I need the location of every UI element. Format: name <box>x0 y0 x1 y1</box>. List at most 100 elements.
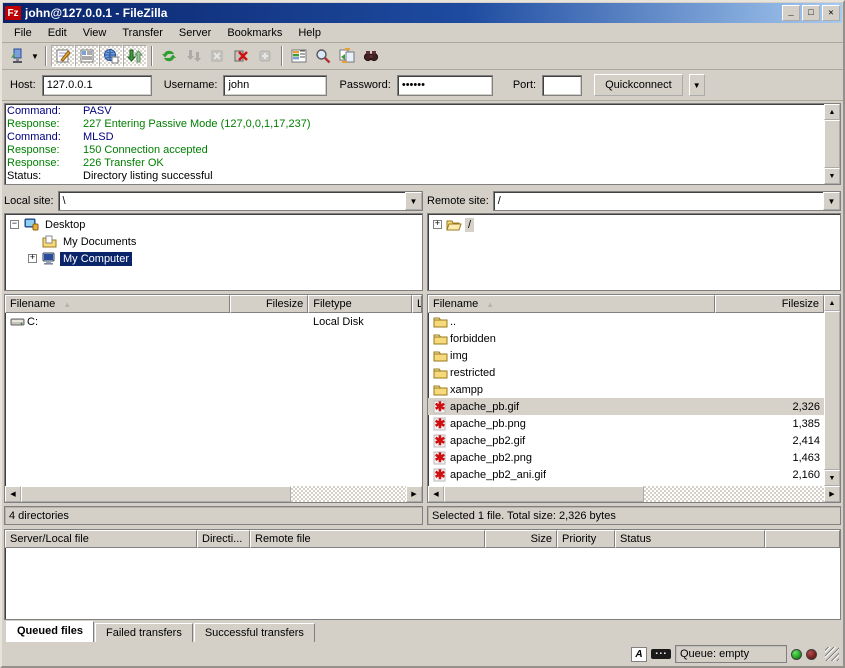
remote-scroll-thumb[interactable] <box>824 311 840 470</box>
synchronized-browsing-icon <box>339 48 355 64</box>
toggle-local-tree-button[interactable] <box>75 45 99 67</box>
toggle-message-log-button[interactable] <box>51 45 75 67</box>
synchronized-browsing-button[interactable] <box>335 45 359 67</box>
expand-plus-icon[interactable]: + <box>28 254 37 263</box>
disconnect-button[interactable] <box>229 45 253 67</box>
disconnect-icon <box>233 48 249 64</box>
tree-item[interactable]: −Desktop <box>6 216 421 233</box>
menu-item-help[interactable]: Help <box>290 25 329 41</box>
username-input[interactable] <box>223 75 327 96</box>
tree-item[interactable]: +/ <box>429 216 839 233</box>
directory-comparison-button[interactable] <box>287 45 311 67</box>
ascii-data-type-icon[interactable]: A <box>631 647 647 662</box>
find-files-icon <box>363 48 379 64</box>
column-header-filesize[interactable]: Filesize <box>230 295 308 313</box>
column-header-directi-[interactable]: Directi... <box>197 530 250 548</box>
collapse-minus-icon[interactable]: − <box>10 220 19 229</box>
reconnect-button[interactable] <box>253 45 277 67</box>
tab-failed-transfers[interactable]: Failed transfers <box>95 623 193 642</box>
site-manager-button[interactable] <box>5 45 29 67</box>
filter-search-button[interactable] <box>311 45 335 67</box>
column-header-priority[interactable]: Priority <box>557 530 615 548</box>
local-scroll-thumb[interactable] <box>21 486 291 502</box>
scroll-down-icon[interactable]: ▼ <box>824 470 840 486</box>
open-folder-icon <box>446 217 462 233</box>
file-row[interactable]: restricted <box>428 364 824 381</box>
local-horizontal-scrollbar[interactable]: ◀ ▶ <box>5 486 422 502</box>
remote-horizontal-scrollbar[interactable]: ◀ ▶ <box>428 486 840 502</box>
menu-item-server[interactable]: Server <box>171 25 219 41</box>
column-header-filename[interactable]: Filename▲ <box>5 295 230 313</box>
menu-item-transfer[interactable]: Transfer <box>114 25 171 41</box>
scroll-down-icon[interactable]: ▼ <box>824 168 840 184</box>
log-scroll-thumb[interactable] <box>824 120 840 168</box>
close-button[interactable]: ✕ <box>822 5 840 21</box>
menu-item-edit[interactable]: Edit <box>40 25 75 41</box>
file-row[interactable]: img <box>428 347 824 364</box>
tab-queued-files[interactable]: Queued files <box>6 621 94 642</box>
tree-item[interactable]: My Documents <box>6 233 421 250</box>
folder-icon <box>432 348 448 364</box>
maximize-button[interactable]: □ <box>802 5 820 21</box>
svg-text:✱: ✱ <box>435 400 446 414</box>
menu-item-bookmarks[interactable]: Bookmarks <box>219 25 290 41</box>
scroll-left-icon[interactable]: ◀ <box>5 486 21 502</box>
menu-item-file[interactable]: File <box>6 25 40 41</box>
scroll-right-icon[interactable]: ▶ <box>406 486 422 502</box>
file-row[interactable]: ✱apache_pb.gif2,326 <box>428 398 824 415</box>
scroll-up-icon[interactable]: ▲ <box>824 295 840 311</box>
remote-site-combobox[interactable]: / ▼ <box>493 191 841 211</box>
file-row[interactable]: ✱apache_pb2.png1,463 <box>428 449 824 466</box>
remote-scroll-thumb-h[interactable] <box>444 486 644 502</box>
scroll-left-icon[interactable]: ◀ <box>428 486 444 502</box>
file-row[interactable]: xampp <box>428 381 824 398</box>
column-header-server-local-file[interactable]: Server/Local file <box>5 530 197 548</box>
chevron-down-icon[interactable]: ▼ <box>823 192 840 210</box>
menu-item-view[interactable]: View <box>75 25 115 41</box>
refresh-button[interactable] <box>157 45 181 67</box>
column-header-filename[interactable]: Filename▲ <box>428 295 715 313</box>
toggle-queue-button[interactable] <box>123 45 147 67</box>
file-row[interactable]: ✱apache_pb.png1,385 <box>428 415 824 432</box>
speed-limit-icon[interactable]: ▪▪▪ <box>651 649 671 659</box>
expand-plus-icon[interactable]: + <box>433 220 442 229</box>
file-row[interactable]: forbidden <box>428 330 824 347</box>
scroll-right-icon[interactable]: ▶ <box>824 486 840 502</box>
column-header-l[interactable]: L <box>412 295 422 313</box>
toggle-remote-tree-button[interactable] <box>99 45 123 67</box>
drive-icon <box>9 314 25 330</box>
remote-vertical-scrollbar[interactable]: ▲ ▼ <box>824 295 840 486</box>
host-input[interactable] <box>42 75 152 96</box>
column-header-label: Priority <box>562 533 596 545</box>
column-header-status[interactable]: Status <box>615 530 765 548</box>
quickconnect-dropdown-button[interactable]: ▼ <box>689 74 705 96</box>
chevron-down-icon[interactable]: ▼ <box>405 192 422 210</box>
column-header-remote-file[interactable]: Remote file <box>250 530 485 548</box>
log-vertical-scrollbar[interactable]: ▲ ▼ <box>824 104 840 184</box>
cancel-button[interactable] <box>205 45 229 67</box>
file-row[interactable]: ✱apache_pb2_ani.gif2,160 <box>428 466 824 483</box>
message-log: Command:PASVResponse:227 Entering Passiv… <box>4 103 841 185</box>
tree-item[interactable]: +My Computer <box>6 250 421 267</box>
local-site-combobox[interactable]: \ ▼ <box>58 191 423 211</box>
column-header-filesize[interactable]: Filesize <box>715 295 824 313</box>
title-bar[interactable]: Fz john@127.0.0.1 - FileZilla _ □ ✕ <box>3 3 842 23</box>
resize-grip[interactable] <box>825 647 839 661</box>
quickconnect-button[interactable]: Quickconnect <box>594 74 683 96</box>
scroll-up-icon[interactable]: ▲ <box>824 104 840 120</box>
file-row[interactable]: C:Local Disk <box>5 313 422 330</box>
file-name-cell: .. <box>428 314 715 330</box>
file-row[interactable]: .. <box>428 313 824 330</box>
log-line-text: 227 Entering Passive Mode (127,0,0,1,17,… <box>83 118 310 131</box>
file-row[interactable]: ✱apache_pb2.gif2,414 <box>428 432 824 449</box>
process-queue-button[interactable] <box>181 45 205 67</box>
column-header-size[interactable]: Size <box>485 530 557 548</box>
local-site-row: Local site: \ ▼ <box>4 191 423 213</box>
find-files-button[interactable] <box>359 45 383 67</box>
port-input[interactable] <box>542 75 582 96</box>
tab-successful-transfers[interactable]: Successful transfers <box>194 623 315 642</box>
column-header-filetype[interactable]: Filetype <box>308 295 412 313</box>
minimize-button[interactable]: _ <box>782 5 800 21</box>
site-manager-dropdown-icon[interactable]: ▼ <box>29 45 41 67</box>
password-input[interactable] <box>397 75 493 96</box>
